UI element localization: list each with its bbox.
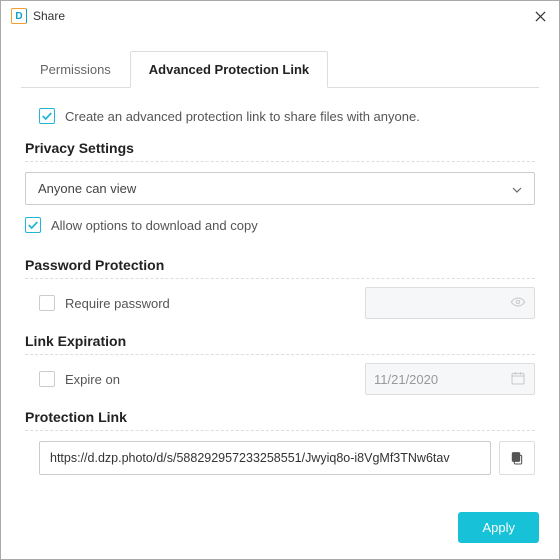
password-protection-title: Password Protection xyxy=(25,257,535,279)
tab-advanced-protection-link[interactable]: Advanced Protection Link xyxy=(130,51,328,88)
expiration-row: Expire on 11/21/2020 xyxy=(25,363,535,395)
titlebar: D Share xyxy=(1,1,559,32)
check-icon xyxy=(41,110,53,122)
tabs: Permissions Advanced Protection Link xyxy=(21,50,539,88)
eye-icon xyxy=(510,294,526,313)
expire-on-checkbox[interactable] xyxy=(39,371,55,387)
copy-icon xyxy=(509,450,525,466)
create-link-checkbox[interactable] xyxy=(39,108,55,124)
chevron-down-icon xyxy=(512,181,522,196)
expire-date-value: 11/21/2020 xyxy=(374,372,438,387)
privacy-settings-title: Privacy Settings xyxy=(25,140,535,162)
close-button[interactable] xyxy=(531,7,549,25)
check-icon xyxy=(27,219,39,231)
share-dialog: D Share Permissions Advanced Protection … xyxy=(0,0,560,560)
protection-link-input[interactable]: https://d.dzp.photo/d/s/5882929572332585… xyxy=(39,441,491,475)
tab-permissions[interactable]: Permissions xyxy=(21,51,130,88)
window-title: Share xyxy=(33,9,65,23)
password-input[interactable] xyxy=(365,287,535,319)
allow-download-label: Allow options to download and copy xyxy=(51,218,258,233)
apply-button[interactable]: Apply xyxy=(458,512,539,543)
calendar-icon xyxy=(510,370,526,389)
link-expiration-title: Link Expiration xyxy=(25,333,535,355)
close-icon xyxy=(535,11,546,22)
allow-download-checkbox[interactable] xyxy=(25,217,41,233)
protection-link-title: Protection Link xyxy=(25,409,535,431)
footer: Apply xyxy=(1,498,559,559)
content: Permissions Advanced Protection Link Cre… xyxy=(1,32,559,498)
create-link-label: Create an advanced protection link to sh… xyxy=(65,109,420,124)
privacy-select[interactable]: Anyone can view xyxy=(25,172,535,205)
copy-link-button[interactable] xyxy=(499,441,535,475)
create-link-row: Create an advanced protection link to sh… xyxy=(25,102,535,130)
expire-date-input[interactable]: 11/21/2020 xyxy=(365,363,535,395)
password-row: Require password xyxy=(25,287,535,319)
app-icon: D xyxy=(11,8,27,24)
require-password-checkbox[interactable] xyxy=(39,295,55,311)
protection-link-row: https://d.dzp.photo/d/s/5882929572332585… xyxy=(25,441,535,475)
require-password-label: Require password xyxy=(65,296,170,311)
protection-link-value: https://d.dzp.photo/d/s/5882929572332585… xyxy=(50,451,450,465)
allow-download-row: Allow options to download and copy xyxy=(25,211,535,239)
expire-on-label: Expire on xyxy=(65,372,120,387)
privacy-select-value: Anyone can view xyxy=(38,181,136,196)
panel-advanced: Create an advanced protection link to sh… xyxy=(21,88,539,475)
